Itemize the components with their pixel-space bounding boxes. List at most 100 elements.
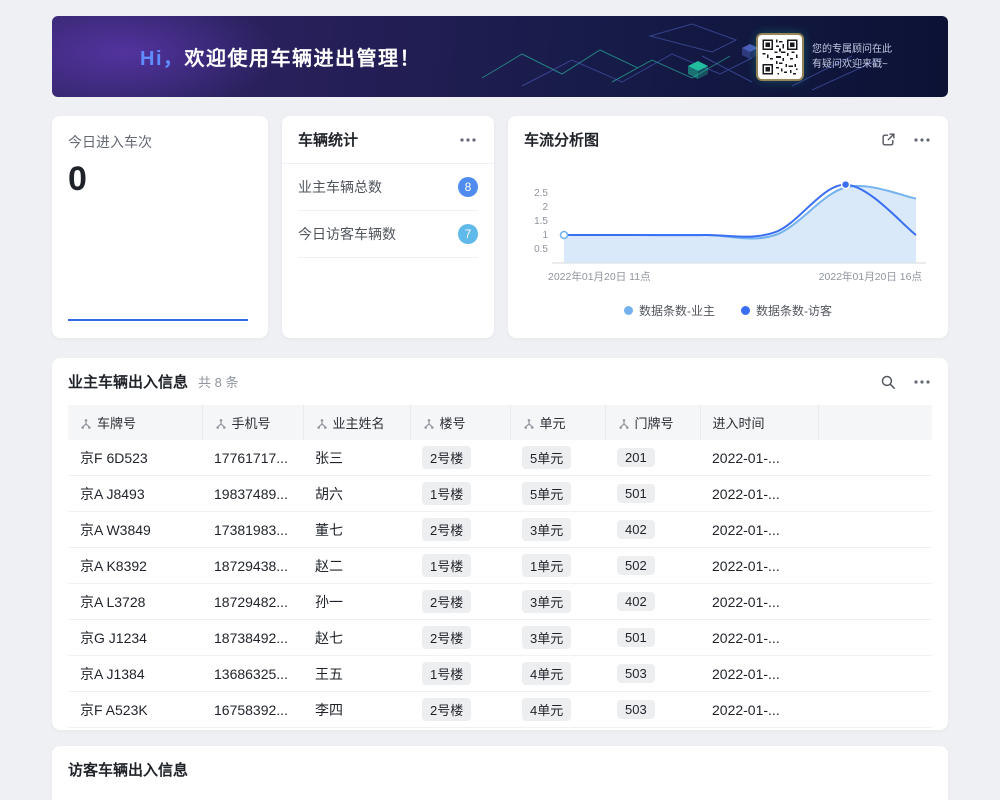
today-entries-value: 0 [68,160,252,199]
owner-table-count: 共 8 条 [198,372,238,391]
open-external-icon[interactable] [879,130,898,149]
cell-tag: 2号楼 [422,518,471,541]
column-label: 单元 [540,416,566,431]
cell-empty [818,548,932,584]
cell-door: 503 [605,692,700,728]
cell-tag: 502 [617,556,655,575]
consultant-qr-block: 您的专属顾问在此 有疑问欢迎来戳~ [758,35,892,79]
cell-door: 502 [605,548,700,584]
cell-name: 赵二 [303,548,410,584]
svg-text:2022年01月20日 16点: 2022年01月20日 16点 [819,270,922,283]
cell-tag: 402 [617,520,655,539]
cell-building: 1号楼 [410,656,510,692]
cell-tag: 1号楼 [422,662,471,685]
table-row[interactable]: 京A W384917381983...董七2号楼3单元4022022-01-..… [68,512,932,548]
table-row[interactable]: 京A J138413686325...王五1号楼4单元5032022-01-..… [68,656,932,692]
cell-unit: 5单元 [510,440,605,476]
cell-tag: 501 [617,628,655,647]
field-type-icon [423,418,435,430]
column-header[interactable]: 单元 [510,405,605,440]
column-header[interactable]: 门牌号 [605,405,700,440]
cell-tag: 3单元 [522,590,571,613]
cell-phone: 18729482... [202,584,303,620]
qr-caption: 您的专属顾问在此 有疑问欢迎来戳~ [812,42,892,72]
cell-tag: 503 [617,700,655,719]
cell-plate: 京A J8493 [68,476,202,512]
table-row[interactable]: 京A K839218729438...赵二1号楼1单元5022022-01-..… [68,548,932,584]
svg-text:2.5: 2.5 [534,188,548,199]
svg-text:2: 2 [542,202,548,213]
cell-empty [818,656,932,692]
cell-phone: 13686325... [202,656,303,692]
table-row[interactable]: 京A L372818729482...孙一2号楼3单元4022022-01-..… [68,584,932,620]
cell-name: 王五 [303,656,410,692]
cell-building: 2号楼 [410,584,510,620]
stat-item-label: 今日访客车辆数 [298,224,396,244]
field-type-icon [80,418,92,430]
svg-text:1: 1 [542,230,548,241]
cell-door: 402 [605,512,700,548]
cell-tag: 1号楼 [422,482,471,505]
column-header-empty [818,405,932,440]
cell-tag: 501 [617,484,655,503]
cell-building: 2号楼 [410,512,510,548]
greeting-text: 欢迎使用车辆进出管理！ [185,48,422,70]
field-type-icon [523,418,535,430]
cell-tag: 2号楼 [422,446,471,469]
cell-time: 2022-01-... [700,584,818,620]
column-header[interactable]: 手机号 [202,405,303,440]
column-label: 业主姓名 [333,416,385,431]
field-type-icon [316,418,328,430]
today-entries-label: 今日进入车次 [68,132,252,152]
visitor-vehicles-card: 访客车辆出入信息 截屏 [52,746,948,800]
cell-plate: 京A K8392 [68,548,202,584]
cell-unit: 3单元 [510,620,605,656]
cell-name: 赵七 [303,620,410,656]
qr-code[interactable] [758,35,802,79]
cell-tag: 5单元 [522,482,571,505]
chart-legend: 数据条数-业主 数据条数-访客 [524,302,932,319]
cell-empty [818,584,932,620]
dashboard-page: Hi，欢迎使用车辆进出管理！ [0,0,1000,800]
cell-unit: 3单元 [510,512,605,548]
more-icon[interactable] [912,136,932,144]
cell-phone: 17381983... [202,512,303,548]
legend-item-visitor[interactable]: 数据条数-访客 [741,302,832,319]
svg-text:1.5: 1.5 [534,216,548,227]
owner-vehicles-card: 业主车辆出入信息 共 8 条 车牌号手机号业主姓名楼号单元门牌号进入时间 [52,358,948,730]
search-icon[interactable] [878,372,898,392]
table-row[interactable]: 京G J123418738492...赵七2号楼3单元5012022-01-..… [68,620,932,656]
table-row[interactable]: 京F 6D52317761717...张三2号楼5单元2012022-01-..… [68,440,932,476]
legend-label: 数据条数-业主 [639,302,715,319]
visitor-table-title: 访客车辆出入信息 [68,759,932,780]
column-header[interactable]: 车牌号 [68,405,202,440]
cell-building: 1号楼 [410,548,510,584]
column-label: 手机号 [232,416,271,431]
qr-caption-line1: 您的专属顾问在此 [812,42,892,57]
table-row[interactable]: 京F A523K16758392...李四2号楼4单元5032022-01-..… [68,692,932,728]
field-type-icon [215,418,227,430]
field-type-icon [618,418,630,430]
column-header[interactable]: 楼号 [410,405,510,440]
cell-plate: 京A L3728 [68,584,202,620]
more-icon[interactable] [458,136,478,144]
flow-chart-svg: 0.511.522.52022年01月20日 11点2022年01月20日 16… [524,165,932,293]
cell-time: 2022-01-... [700,620,818,656]
column-header[interactable]: 进入时间 [700,405,818,440]
greeting-hi: Hi， [140,48,185,70]
table-row[interactable]: 京A J849319837489...胡六1号楼5单元5012022-01-..… [68,476,932,512]
stat-item-visitor-today: 今日访客车辆数 7 [298,211,478,258]
stat-badge: 7 [458,224,478,244]
cell-phone: 16758392... [202,692,303,728]
legend-item-owner[interactable]: 数据条数-业主 [624,302,715,319]
cell-tag: 3单元 [522,626,571,649]
qr-caption-line2: 有疑问欢迎来戳~ [812,57,892,72]
more-icon[interactable] [912,378,932,386]
cell-name: 董七 [303,512,410,548]
cell-tag: 402 [617,592,655,611]
svg-text:0.5: 0.5 [534,244,548,255]
cell-unit: 4单元 [510,692,605,728]
vehicle-stats-card: 车辆统计 业主车辆总数 8 今日访客车辆数 7 [282,116,494,338]
column-header[interactable]: 业主姓名 [303,405,410,440]
cell-plate: 京A J1384 [68,656,202,692]
